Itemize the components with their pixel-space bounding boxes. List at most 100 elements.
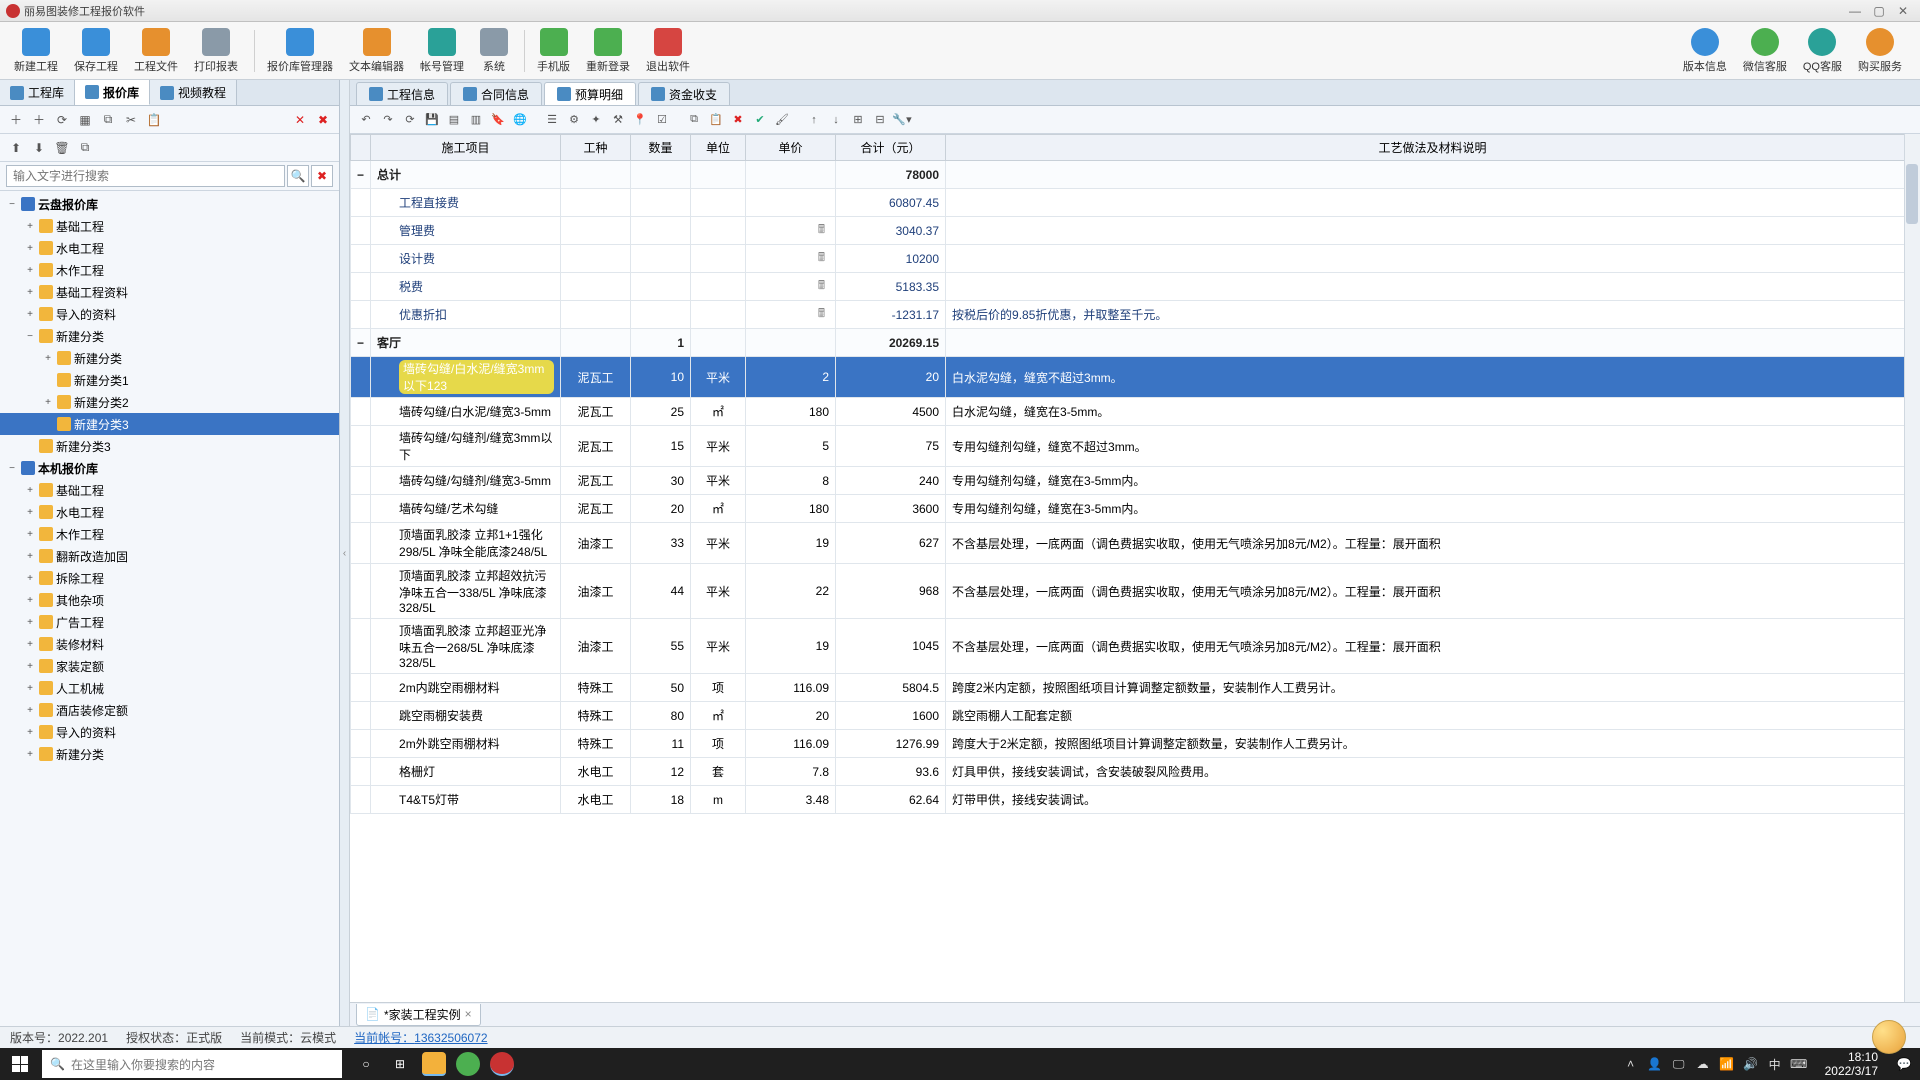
close-icon[interactable]: ✖: [313, 110, 333, 130]
globe-icon[interactable]: 🌐: [510, 110, 530, 130]
cell-unit[interactable]: 平米: [691, 357, 746, 398]
toolbar-button[interactable]: 手机版: [531, 26, 576, 76]
tree-node[interactable]: +人工机械: [0, 677, 339, 699]
cell-item[interactable]: 顶墙面乳胶漆 立邦1+1强化298/5L 净味全能底漆248/5L: [371, 523, 561, 564]
brush-icon[interactable]: 🖌: [772, 110, 792, 130]
cell-qty[interactable]: [631, 161, 691, 189]
doc-tab[interactable]: 合同信息: [450, 82, 542, 105]
cell-kind[interactable]: 泥瓦工: [561, 467, 631, 495]
col-desc[interactable]: 工艺做法及材料说明: [946, 135, 1920, 161]
paste-icon[interactable]: 📋: [706, 110, 726, 130]
cell-price[interactable]: [746, 329, 836, 357]
toolbar-right-button[interactable]: 微信客服: [1737, 26, 1793, 76]
cell-sum[interactable]: 10200: [836, 245, 946, 273]
toolbar-right-button[interactable]: QQ客服: [1797, 26, 1848, 76]
table-row[interactable]: 管理费🖩3040.37: [351, 217, 1920, 245]
splitter[interactable]: [340, 80, 350, 1026]
up-icon[interactable]: ↑: [804, 110, 824, 130]
cell-sum[interactable]: 75: [836, 426, 946, 467]
down-icon[interactable]: ↓: [826, 110, 846, 130]
tree-search-input[interactable]: [6, 165, 285, 187]
cell-desc[interactable]: 灯具甲供，接线安装调试，含安装破裂风险费用。: [946, 758, 1920, 786]
cell-qty[interactable]: 25: [631, 398, 691, 426]
grid-icon[interactable]: ▦: [75, 110, 95, 130]
cell-price[interactable]: 7.8: [746, 758, 836, 786]
cell-desc[interactable]: 不含基层处理，一底两面（调色费据实收取，使用无气喷涂另加8元/M2）。工程量：展…: [946, 619, 1920, 674]
expand-icon[interactable]: +: [24, 683, 36, 694]
cell-price[interactable]: 🖩: [746, 301, 836, 329]
cell-sum[interactable]: 5183.35: [836, 273, 946, 301]
cell-unit[interactable]: [691, 329, 746, 357]
cell-price[interactable]: [746, 161, 836, 189]
expand-cell[interactable]: [351, 301, 371, 329]
cell-unit[interactable]: ㎡: [691, 398, 746, 426]
accept-icon[interactable]: ✔: [750, 110, 770, 130]
expand-icon[interactable]: +: [24, 661, 36, 672]
toolbar-button[interactable]: 工程文件: [128, 26, 184, 76]
tray-network-icon[interactable]: 📶: [1719, 1056, 1735, 1072]
cell-unit[interactable]: 平米: [691, 619, 746, 674]
table-row[interactable]: 工程直接费60807.45: [351, 189, 1920, 217]
cell-price[interactable]: 🖩: [746, 217, 836, 245]
cell-item[interactable]: 2m内跳空雨棚材料: [371, 674, 561, 702]
table-row[interactable]: 优惠折扣🖩-1231.17按税后价的9.85折优惠，并取整至千元。: [351, 301, 1920, 329]
cell-sum[interactable]: 1276.99: [836, 730, 946, 758]
cell-desc[interactable]: 跨度2米内定额，按照图纸项目计算调整定额数量，安装制作人工费另计。: [946, 674, 1920, 702]
tray-people-icon[interactable]: 👤: [1647, 1056, 1663, 1072]
cell-unit[interactable]: [691, 273, 746, 301]
expand-cell[interactable]: [351, 730, 371, 758]
table-row[interactable]: 设计费🖩10200: [351, 245, 1920, 273]
cell-price[interactable]: 2: [746, 357, 836, 398]
cell-sum[interactable]: 62.64: [836, 786, 946, 814]
cell-kind[interactable]: [561, 301, 631, 329]
tree-node[interactable]: +基础工程资料: [0, 281, 339, 303]
cell-kind[interactable]: 泥瓦工: [561, 357, 631, 398]
expand-icon[interactable]: −: [6, 199, 18, 210]
expand-icon[interactable]: +: [24, 221, 36, 232]
calculator-icon[interactable]: 🖩: [818, 222, 829, 236]
cell-price[interactable]: 🖩: [746, 273, 836, 301]
expand-cell[interactable]: [351, 273, 371, 301]
cell-desc[interactable]: [946, 245, 1920, 273]
table-row[interactable]: 顶墙面乳胶漆 立邦超亚光净味五合一268/5L 净味底漆328/5L油漆工55平…: [351, 619, 1920, 674]
cell-item[interactable]: 管理费: [371, 217, 561, 245]
start-button[interactable]: [0, 1048, 40, 1080]
table-row[interactable]: −客厅120269.15: [351, 329, 1920, 357]
panel-icon[interactable]: ▥: [466, 110, 486, 130]
cell-desc[interactable]: [946, 161, 1920, 189]
cell-qty[interactable]: 55: [631, 619, 691, 674]
cell-desc[interactable]: [946, 189, 1920, 217]
cell-item[interactable]: 顶墙面乳胶漆 立邦超亚光净味五合一268/5L 净味底漆328/5L: [371, 619, 561, 674]
expand-cell[interactable]: [351, 702, 371, 730]
undo-icon[interactable]: ↶: [356, 110, 376, 130]
cell-item[interactable]: 优惠折扣: [371, 301, 561, 329]
expand-icon[interactable]: +: [42, 397, 54, 408]
tree-node[interactable]: +水电工程: [0, 501, 339, 523]
cell-price[interactable]: 5: [746, 426, 836, 467]
minus-box-icon[interactable]: ⊟: [870, 110, 890, 130]
tree-node[interactable]: +基础工程: [0, 479, 339, 501]
toolbar-right-button[interactable]: 版本信息: [1677, 26, 1733, 76]
check-icon[interactable]: ☑: [652, 110, 672, 130]
toolbar-button[interactable]: 打印报表: [188, 26, 244, 76]
paste-icon[interactable]: 📋: [144, 110, 164, 130]
refresh-icon[interactable]: ⟳: [52, 110, 72, 130]
cell-unit[interactable]: [691, 301, 746, 329]
cell-sum[interactable]: 60807.45: [836, 189, 946, 217]
calculator-icon[interactable]: 🖩: [818, 250, 829, 264]
cell-qty[interactable]: [631, 189, 691, 217]
expand-icon[interactable]: −: [6, 463, 18, 474]
cell-kind[interactable]: 水电工: [561, 758, 631, 786]
expand-cell[interactable]: [351, 564, 371, 619]
panel-icon[interactable]: ▤: [444, 110, 464, 130]
expand-icon[interactable]: +: [24, 749, 36, 760]
cell-kind[interactable]: 特殊工: [561, 702, 631, 730]
tray-cloud-icon[interactable]: ☁: [1695, 1056, 1711, 1072]
cell-item[interactable]: 跳空雨棚安装费: [371, 702, 561, 730]
cell-unit[interactable]: 项: [691, 730, 746, 758]
cell-kind[interactable]: 油漆工: [561, 619, 631, 674]
cell-kind[interactable]: [561, 273, 631, 301]
tree-node[interactable]: +木作工程: [0, 259, 339, 281]
plus-icon[interactable]: ＋: [29, 110, 49, 130]
cell-price[interactable]: 22: [746, 564, 836, 619]
